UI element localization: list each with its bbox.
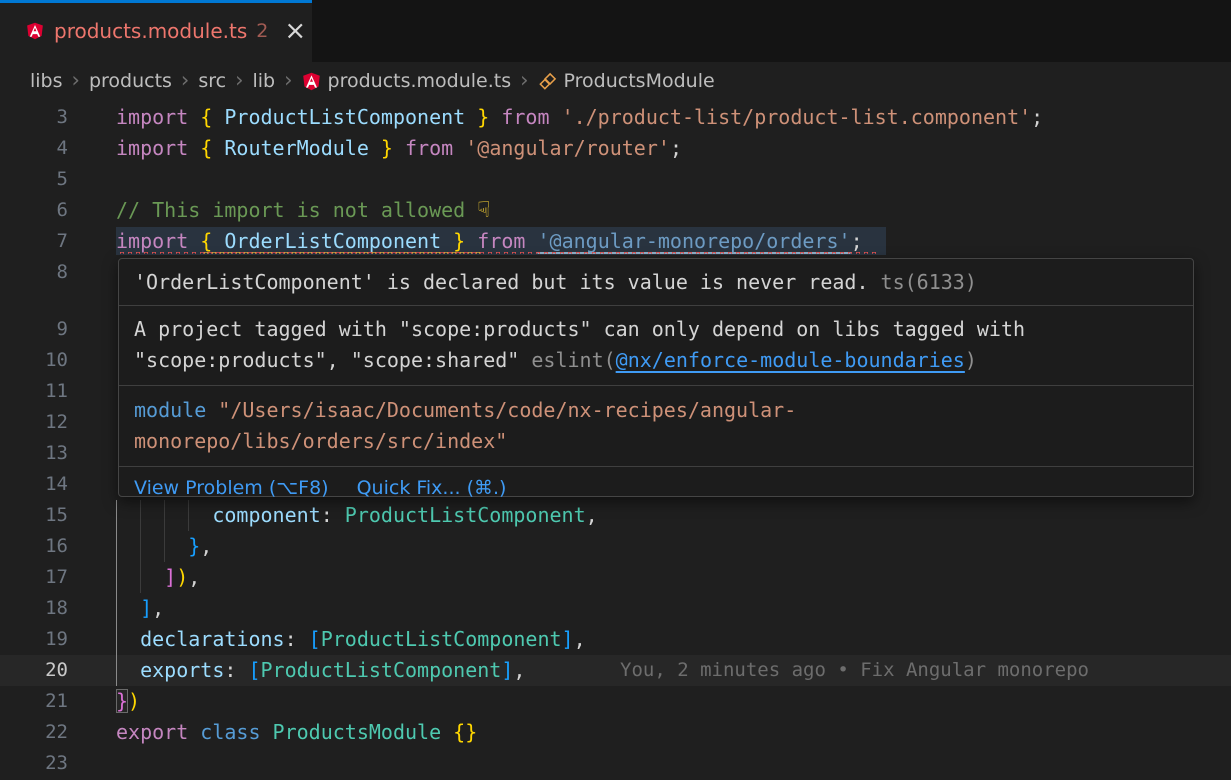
tab-bar: products.module.ts 2 × bbox=[0, 0, 1231, 62]
line-number: 5 bbox=[0, 164, 68, 195]
eslint-source-suffix: ) bbox=[965, 348, 977, 372]
vscode-window: { "tab": { "title": "products.module.ts"… bbox=[0, 0, 1231, 780]
line-number: 15 bbox=[0, 500, 68, 531]
code-line-22[interactable]: 22 export class ProductsModule {} bbox=[0, 717, 1231, 748]
breadcrumb-label: src bbox=[198, 70, 226, 92]
line-number: 7 bbox=[0, 226, 68, 257]
code-text: export class ProductsModule {} bbox=[116, 717, 477, 748]
code-text: import { RouterModule } from '@angular/r… bbox=[116, 133, 682, 164]
breadcrumb-item-products[interactable]: products bbox=[89, 70, 172, 92]
quick-fix-action[interactable]: Quick Fix... (⌘.) bbox=[357, 477, 507, 499]
breadcrumb-label: ProductsModule bbox=[564, 70, 715, 92]
line-number: 13 bbox=[0, 438, 68, 469]
line-number: 6 bbox=[0, 195, 68, 226]
eslint-rule-link[interactable]: @nx/enforce-module-boundaries bbox=[616, 348, 965, 372]
breadcrumb-label: products.module.ts bbox=[328, 70, 512, 92]
breadcrumb-item-src[interactable]: src bbox=[198, 70, 226, 92]
code-text: declarations: [ProductListComponent], bbox=[116, 624, 586, 655]
ts-diagnostic-message: 'OrderListComponent' is declared but its… bbox=[134, 270, 881, 294]
code-text: import { ProductListComponent } from './… bbox=[116, 102, 1043, 133]
code-text: // This import is not allowed ☟ bbox=[116, 195, 490, 226]
eslint-message-line2: "scope:products", "scope:shared" bbox=[134, 348, 531, 372]
view-problem-action[interactable]: View Problem (⌥F8) bbox=[134, 477, 329, 499]
tab-products-module[interactable]: products.module.ts 2 × bbox=[0, 0, 312, 62]
line-number: 18 bbox=[0, 593, 68, 624]
line-number: 23 bbox=[0, 748, 68, 779]
line-number: 10 bbox=[0, 345, 68, 376]
line-number: 9 bbox=[0, 314, 68, 345]
angular-icon bbox=[302, 72, 321, 91]
breadcrumb-item-libs[interactable]: libs bbox=[30, 70, 63, 92]
breadcrumb-label: lib bbox=[252, 70, 275, 92]
line-number: 3 bbox=[0, 102, 68, 133]
tab-title: products.module.ts bbox=[54, 19, 247, 43]
breadcrumb-separator-icon: › bbox=[284, 68, 292, 95]
line-number: 14 bbox=[0, 469, 68, 500]
code-text: ]), bbox=[116, 562, 200, 593]
breadcrumb-label: libs bbox=[30, 70, 63, 92]
line-number: 17 bbox=[0, 562, 68, 593]
code-line-16[interactable]: 16 }, bbox=[0, 531, 1231, 562]
hover-actions-bar: View Problem (⌥F8) Quick Fix... (⌘.) bbox=[119, 467, 1193, 508]
breadcrumb: libs › products › src › lib › products.module.ts… bbox=[0, 62, 1231, 100]
module-path-line1: "/Users/isaac/Documents/code/nx-recipes/… bbox=[206, 398, 796, 422]
eslint-diagnostic-row: A project tagged with "scope:products" c… bbox=[119, 306, 1193, 386]
code-text: }, bbox=[116, 531, 212, 562]
git-blame-annotation: You, 2 minutes ago • Fix Angular monorep… bbox=[620, 655, 1089, 686]
line-number: 22 bbox=[0, 717, 68, 748]
code-line-7[interactable]: 7import { OrderListComponent } from '@an… bbox=[0, 226, 1231, 257]
angular-icon bbox=[26, 22, 44, 40]
breadcrumb-separator-icon: › bbox=[181, 68, 189, 95]
tab-problem-badge: 2 bbox=[256, 20, 268, 42]
code-line-21[interactable]: 21}) bbox=[0, 686, 1231, 717]
eslint-message-line1: A project tagged with "scope:products" c… bbox=[134, 317, 1025, 341]
code-editor[interactable]: 'OrderListComponent' is declared but its… bbox=[0, 100, 1231, 780]
module-info-row: module "/Users/isaac/Documents/code/nx-r… bbox=[119, 386, 1193, 467]
breadcrumb-item-productsmodule[interactable]: ProductsModule bbox=[538, 70, 715, 92]
diagnostics-hover-popup: 'OrderListComponent' is declared but its… bbox=[118, 258, 1194, 497]
breadcrumb-separator-icon: › bbox=[520, 68, 528, 95]
code-text: exports: [ProductListComponent], bbox=[116, 655, 525, 686]
breadcrumb-item-lib[interactable]: lib bbox=[252, 70, 275, 92]
breadcrumb-item-products-module-ts[interactable]: products.module.ts bbox=[302, 70, 512, 92]
breadcrumb-separator-icon: › bbox=[72, 68, 80, 95]
breadcrumb-separator-icon: › bbox=[235, 68, 243, 95]
line-number: 19 bbox=[0, 624, 68, 655]
module-keyword: module bbox=[134, 398, 206, 422]
code-line-4[interactable]: 4 import { RouterModule } from '@angular/… bbox=[0, 133, 1231, 164]
line-number: 12 bbox=[0, 407, 68, 438]
ts-diagnostic-source: ts(6133) bbox=[881, 270, 977, 294]
ts-diagnostic-row: 'OrderListComponent' is declared but its… bbox=[119, 259, 1193, 306]
module-path-line2: monorepo/libs/orders/src/index" bbox=[134, 429, 507, 453]
code-line-20[interactable]: 20 exports: [ProductListComponent], You, … bbox=[0, 655, 1231, 686]
code-line-17[interactable]: 17 ]), bbox=[0, 562, 1231, 593]
line-number: 20 bbox=[0, 655, 68, 686]
line-number: 4 bbox=[0, 133, 68, 164]
code-line-3[interactable]: 3 import { ProductListComponent } from '.… bbox=[0, 102, 1231, 133]
code-line-5[interactable]: 5 bbox=[0, 164, 1231, 195]
close-icon[interactable]: × bbox=[284, 21, 306, 41]
code-line-18[interactable]: 18 ], bbox=[0, 593, 1231, 624]
eslint-source-prefix: eslint( bbox=[531, 348, 615, 372]
code-line-23[interactable]: 23 bbox=[0, 748, 1231, 779]
symbol-class-icon bbox=[538, 72, 557, 91]
breadcrumb-label: products bbox=[89, 70, 172, 92]
line-number: 21 bbox=[0, 686, 68, 717]
code-text: }) bbox=[116, 686, 140, 717]
line-number: 16 bbox=[0, 531, 68, 562]
warning-squiggle bbox=[200, 252, 480, 256]
line-number: 8 bbox=[0, 257, 68, 288]
code-text: ], bbox=[116, 593, 164, 624]
line-number: 11 bbox=[0, 376, 68, 407]
code-line-19[interactable]: 19 declarations: [ProductListComponent], bbox=[0, 624, 1231, 655]
code-line-6[interactable]: 6 // This import is not allowed ☟ bbox=[0, 195, 1231, 226]
